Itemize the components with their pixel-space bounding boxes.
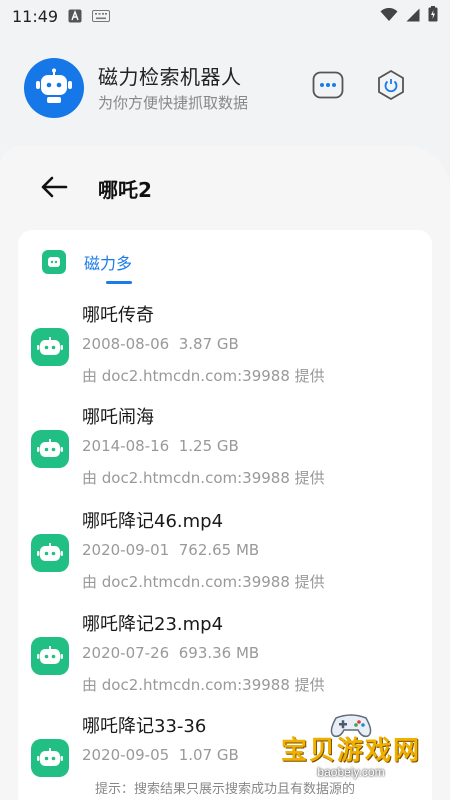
- result-source: 由 doc2.htmcdn.com:39988 提供: [82, 469, 325, 487]
- result-size: 1.07 GB: [178, 746, 239, 764]
- more-icon: [312, 71, 344, 103]
- back-button[interactable]: [40, 176, 70, 202]
- result-size: 1.25 GB: [178, 437, 239, 455]
- result-title: 哪吒降记23.mp4: [82, 614, 224, 635]
- battery-icon: [428, 6, 438, 26]
- result-date: 2014-08-16: [82, 437, 170, 455]
- result-meta: 2008-08-06 3.87 GB: [82, 335, 239, 353]
- robot-icon: [42, 250, 66, 274]
- avatar: [24, 58, 84, 118]
- power-icon: [375, 69, 407, 105]
- result-title: 哪吒降记46.mp4: [82, 511, 224, 532]
- result-meta: 2020-07-26 693.36 MB: [82, 644, 259, 662]
- app-subtitle: 为你方便快捷抓取数据: [98, 94, 249, 112]
- status-time: 11:49: [12, 6, 59, 26]
- page-title: 哪吒2: [98, 178, 152, 202]
- result-size: 693.36 MB: [178, 644, 260, 662]
- result-source: 由 doc2.htmcdn.com:39988 提供: [82, 573, 325, 591]
- wifi-icon: [380, 7, 398, 26]
- more-options-button[interactable]: [311, 70, 345, 104]
- results-sheet: 哪吒2 磁力多 哪吒传奇 2008-08-06 3.87 GB 由 doc2.h…: [0, 146, 450, 800]
- watermark: 宝贝游戏网 baobeiy.com: [276, 712, 426, 790]
- result-meta: 2020-09-05 1.07 GB: [82, 746, 239, 764]
- robot-icon: [31, 430, 69, 468]
- result-date: 2020-09-05: [82, 746, 170, 764]
- robot-icon: [31, 534, 69, 572]
- result-size: 3.87 GB: [178, 335, 239, 353]
- result-meta: 2020-09-01 762.65 MB: [82, 541, 259, 559]
- result-date: 2020-09-01: [82, 541, 170, 559]
- app-title: 磁力检索机器人: [98, 65, 242, 89]
- result-item[interactable]: 哪吒闹海 2014-08-16 1.25 GB 由 doc2.htmcdn.co…: [18, 403, 432, 499]
- result-item[interactable]: 哪吒传奇 2008-08-06 3.87 GB 由 doc2.htmcdn.co…: [18, 301, 432, 397]
- result-source: 由 doc2.htmcdn.com:39988 提供: [82, 676, 325, 694]
- result-size: 762.65 MB: [178, 541, 260, 559]
- status-bar: 11:49: [0, 0, 450, 32]
- robot-icon: [31, 328, 69, 366]
- result-source: 由 doc2.htmcdn.com:39988 提供: [82, 367, 325, 385]
- result-title: 哪吒降记33-36: [82, 716, 207, 737]
- result-title: 哪吒闹海: [82, 407, 154, 428]
- result-date: 2020-07-26: [82, 644, 170, 662]
- result-meta: 2014-08-16 1.25 GB: [82, 437, 239, 455]
- cell-signal-icon: [406, 7, 420, 26]
- tab-label: 磁力多: [84, 254, 133, 273]
- robot-icon: [31, 739, 69, 777]
- result-title: 哪吒传奇: [82, 305, 154, 326]
- close-app-button[interactable]: [374, 69, 408, 105]
- result-item[interactable]: 哪吒降记46.mp4 2020-09-01 762.65 MB 由 doc2.h…: [18, 507, 432, 603]
- result-date: 2008-08-06: [82, 335, 170, 353]
- result-item[interactable]: 哪吒降记23.mp4 2020-07-26 693.36 MB 由 doc2.h…: [18, 610, 432, 706]
- tab-source-cilido[interactable]: 磁力多: [42, 244, 132, 280]
- notification-a-icon: [68, 9, 82, 23]
- arrow-left-icon: [40, 175, 68, 203]
- keyboard-icon: [92, 10, 111, 22]
- robot-icon: [34, 68, 74, 108]
- tab-active-indicator: [106, 281, 132, 284]
- watermark-url: baobeiy.com: [317, 765, 385, 779]
- watermark-text: 宝贝游戏网: [280, 736, 421, 766]
- app-header: 磁力检索机器人 为你方便快捷抓取数据: [0, 44, 450, 134]
- robot-icon: [31, 637, 69, 675]
